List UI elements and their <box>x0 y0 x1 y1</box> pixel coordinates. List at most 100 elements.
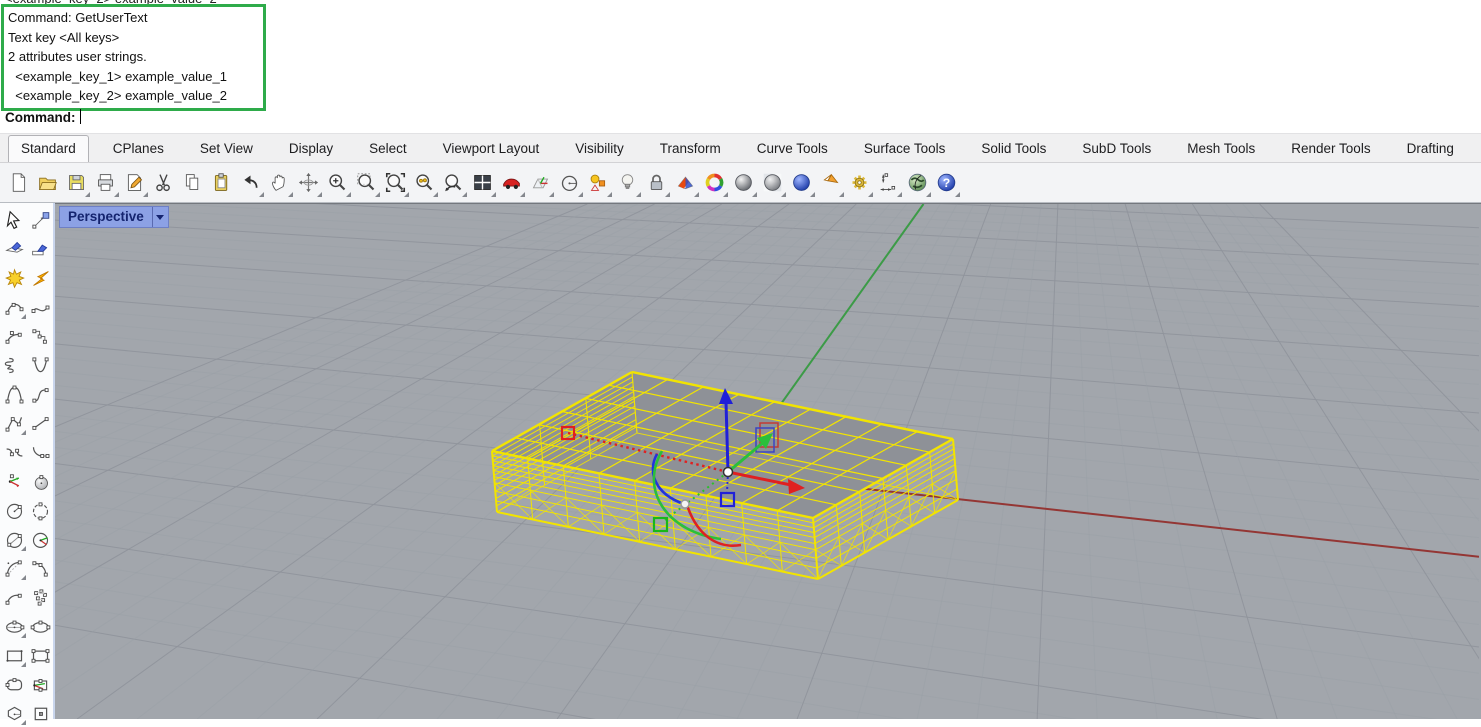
helix-button[interactable] <box>1 351 27 379</box>
viewport-menu-button[interactable] <box>152 207 168 227</box>
line-button[interactable] <box>27 409 53 437</box>
history-line: Text key <All keys> <box>8 28 261 48</box>
viewport-canvas[interactable] <box>55 204 1479 719</box>
object-snap-button[interactable] <box>584 167 613 199</box>
gumball-free-dot[interactable] <box>681 500 689 508</box>
viewport-title[interactable]: Perspective <box>60 207 152 227</box>
circle-deformable-button[interactable] <box>27 496 53 524</box>
circle-point-button[interactable] <box>27 467 53 495</box>
undo-button[interactable] <box>236 167 265 199</box>
gumball-origin[interactable] <box>724 468 733 477</box>
zoom-dynamic-button[interactable] <box>323 167 352 199</box>
cut-button[interactable] <box>149 167 178 199</box>
tab-standard[interactable]: Standard <box>8 135 89 162</box>
tab-set-view[interactable]: Set View <box>188 136 265 162</box>
ellipse-center-button[interactable] <box>1 612 27 640</box>
tab-mesh-tools[interactable]: Mesh Tools <box>1175 136 1267 162</box>
shaded-viewport-button[interactable] <box>729 167 758 199</box>
show-object-button[interactable] <box>27 235 53 263</box>
layer-wedge-button[interactable] <box>671 167 700 199</box>
select-button[interactable] <box>1 206 27 234</box>
tab-display[interactable]: Display <box>277 136 345 162</box>
command-prompt[interactable]: Command: <box>5 109 81 125</box>
rotate-view-button[interactable] <box>294 167 323 199</box>
rectangle-direction-button[interactable] <box>27 670 53 698</box>
point-direction-button[interactable] <box>1 467 27 495</box>
gumball-z-arrow[interactable] <box>726 402 728 472</box>
tab-solid-tools[interactable]: Solid Tools <box>969 136 1058 162</box>
cplane-icon <box>526 167 555 199</box>
arc-tangent-button[interactable] <box>1 583 27 611</box>
cplane-button[interactable] <box>526 167 555 199</box>
viewport-perspective[interactable]: Perspective <box>55 203 1481 719</box>
new-file-button[interactable] <box>4 167 33 199</box>
earth-globe-button[interactable] <box>903 167 932 199</box>
tab-drafting[interactable]: Drafting <box>1395 136 1466 162</box>
point-grid-button[interactable] <box>27 583 53 611</box>
circle-diameter-button[interactable] <box>1 525 27 553</box>
rectangle-rounded-button[interactable] <box>1 670 27 698</box>
curve-segments-button[interactable] <box>27 293 53 321</box>
undo-view-change-button[interactable] <box>439 167 468 199</box>
curve-points-button[interactable] <box>1 293 27 321</box>
curve-v-button[interactable] <box>27 351 53 379</box>
show-object-icon <box>27 235 53 263</box>
polyline-points-button[interactable] <box>27 322 53 350</box>
print-button[interactable] <box>91 167 120 199</box>
polygon-center-button[interactable] <box>1 699 27 727</box>
arc-center-button[interactable] <box>1 554 27 582</box>
lights-button[interactable] <box>613 167 642 199</box>
polyline-button[interactable] <box>1 409 27 437</box>
parabola-button[interactable] <box>1 380 27 408</box>
zoom-selected-button[interactable] <box>410 167 439 199</box>
point-direction-icon <box>1 467 27 495</box>
explode-button[interactable] <box>1 264 27 292</box>
dimension-button[interactable] <box>874 167 903 199</box>
arc-3pt-button[interactable] <box>27 554 53 582</box>
circle-radius-button[interactable] <box>1 496 27 524</box>
tab-curve-tools[interactable]: Curve Tools <box>745 136 840 162</box>
tab-render-tools[interactable]: Render Tools <box>1279 136 1382 162</box>
ghosted-viewport-button[interactable] <box>758 167 787 199</box>
save-file-button[interactable] <box>62 167 91 199</box>
arc-points-button[interactable] <box>1 322 27 350</box>
render-cone-button[interactable] <box>816 167 845 199</box>
tab-surface-tools[interactable]: Surface Tools <box>852 136 958 162</box>
zoom-window-button[interactable] <box>352 167 381 199</box>
blend-curve-button[interactable] <box>1 438 27 466</box>
smash-button[interactable] <box>27 264 53 292</box>
tool-sidebar <box>0 203 55 719</box>
paste-button[interactable] <box>207 167 236 199</box>
polygon-edge-button[interactable] <box>27 699 53 727</box>
ellipse-diameter-button[interactable] <box>27 612 53 640</box>
color-wheel-button[interactable] <box>700 167 729 199</box>
tab-viewport-layout[interactable]: Viewport Layout <box>431 136 552 162</box>
options-gear-button[interactable] <box>845 167 874 199</box>
rendered-viewport-button[interactable] <box>787 167 816 199</box>
move-scale-button[interactable] <box>27 206 53 234</box>
curve-s-button[interactable] <box>27 380 53 408</box>
hide-object-button[interactable] <box>1 235 27 263</box>
pan-view-button[interactable] <box>265 167 294 199</box>
named-view-button[interactable] <box>497 167 526 199</box>
tab-select[interactable]: Select <box>357 136 419 162</box>
tab-transform[interactable]: Transform <box>648 136 733 162</box>
export-notes-button[interactable] <box>120 167 149 199</box>
help-button[interactable]: ? <box>932 167 961 199</box>
arc-blend-button[interactable] <box>27 438 53 466</box>
zoom-extents-button[interactable] <box>381 167 410 199</box>
circle-tool-button[interactable] <box>555 167 584 199</box>
zoom-dynamic-icon <box>323 167 352 199</box>
rectangle-corner-button[interactable] <box>1 641 27 669</box>
copy-button[interactable] <box>178 167 207 199</box>
rectangle-3pt-button[interactable] <box>27 641 53 669</box>
viewport-layout-button[interactable] <box>468 167 497 199</box>
tab-subd-tools[interactable]: SubD Tools <box>1070 136 1163 162</box>
rectangle-corner-icon <box>1 641 27 669</box>
lock-objects-button[interactable] <box>642 167 671 199</box>
tab-cplanes[interactable]: CPlanes <box>101 136 176 162</box>
viewport-title-tab[interactable]: Perspective <box>59 206 169 228</box>
open-file-button[interactable] <box>33 167 62 199</box>
circle-direction-button[interactable] <box>27 525 53 553</box>
tab-visibility[interactable]: Visibility <box>563 136 636 162</box>
